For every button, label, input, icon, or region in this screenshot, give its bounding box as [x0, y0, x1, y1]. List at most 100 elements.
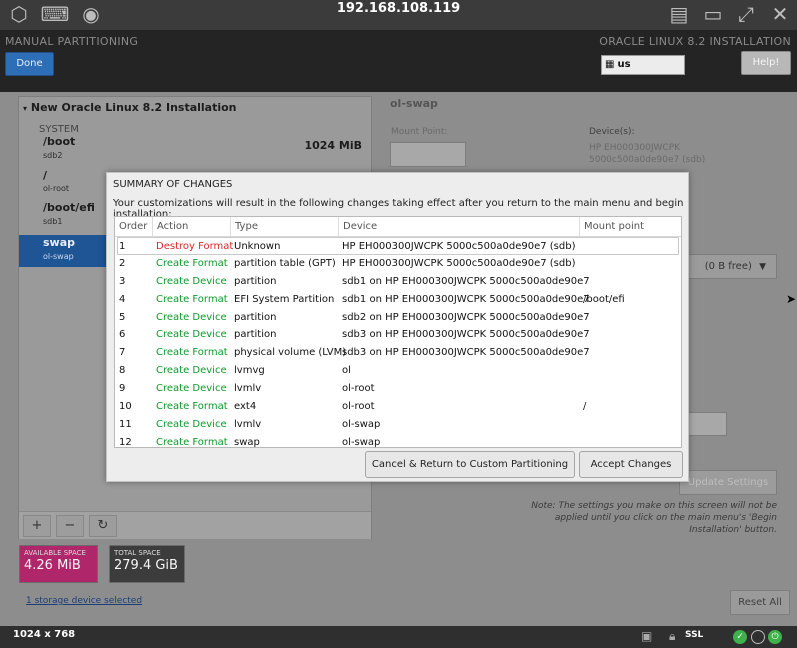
power-icon[interactable]: ⏻	[768, 630, 782, 644]
column-action[interactable]: Action	[153, 217, 231, 237]
cell-device: sdb3 on HP EH000300JWCPK 5000c500a0de90e…	[342, 347, 590, 359]
cell-device: ol	[342, 365, 351, 377]
table-row[interactable]: 12 Create Format swap ol-swap	[115, 434, 681, 448]
cell-device: HP EH000300JWCPK 5000c500a0de90e7 (sdb)	[342, 241, 576, 252]
mount-point-input[interactable]	[390, 142, 466, 167]
cell-device: sdb3 on HP EH000300JWCPK 5000c500a0de90e…	[342, 329, 590, 341]
cell-action: Create Device	[156, 418, 227, 430]
cell-device: ol-swap	[342, 418, 381, 430]
window-icon[interactable]: ▭	[700, 2, 726, 26]
table-row[interactable]: 6 Create Device partition sdb3 on HP EH0003…	[115, 326, 681, 344]
table-row[interactable]: 4 Create Format EFI System Partition sdb1 o…	[115, 291, 681, 309]
done-button[interactable]: Done	[5, 52, 54, 76]
table-row[interactable]: 10 Create Format ext4 ol-root /	[115, 398, 681, 416]
cell-order: 3	[119, 275, 126, 287]
fullscreen-icon[interactable]: ⤢	[733, 2, 759, 26]
mount-point-label: Mount Point:	[391, 127, 448, 137]
cell-type: Unknown	[234, 241, 281, 252]
cell-type: partition	[234, 311, 277, 323]
mount-swap[interactable]: swap	[43, 236, 75, 249]
help-button[interactable]: Help!	[741, 51, 791, 75]
accept-changes-button[interactable]: Accept Changes	[579, 451, 683, 478]
table-row[interactable]: 5 Create Device partition sdb2 on HP EH0003…	[115, 309, 681, 327]
keyboard-icon: ▦	[605, 59, 615, 70]
devices-label: Device(s):	[589, 127, 635, 137]
table-row[interactable]: 8 Create Device lvmvg ol	[115, 362, 681, 380]
table-body: 1 Destroy Format Unknown HP EH000300JWCPK 5…	[115, 237, 681, 448]
cell-type: partition table (GPT)	[234, 257, 336, 269]
cell-order: 8	[119, 365, 126, 377]
column-order[interactable]: Order	[115, 217, 153, 237]
mount-boot[interactable]: /boot	[43, 135, 75, 148]
cell-action: Create Device	[156, 311, 227, 323]
total-space-box: TOTAL SPACE 279.4 GiB	[109, 545, 185, 583]
cell-order: 2	[119, 257, 126, 269]
cell-device: ol-root	[342, 383, 375, 395]
cell-order: 1	[119, 241, 126, 252]
mount-boot-efi[interactable]: /boot/efi	[43, 201, 95, 214]
table-row[interactable]: 3 Create Device partition sdb1 on HP EH0003…	[115, 273, 681, 291]
settings-note: Note: The settings you make on this scre…	[531, 501, 777, 535]
keyboard-layout-indicator[interactable]: ▦ us	[601, 55, 685, 75]
cell-device: HP EH000300JWCPK 5000c500a0de90e7 (sdb)	[342, 257, 576, 269]
cell-type: lvmvg	[234, 365, 265, 377]
cell-device: ol-root	[342, 401, 375, 413]
cell-order: 12	[119, 436, 132, 448]
column-device[interactable]: Device	[339, 217, 580, 237]
selected-device-title: ol-swap	[390, 97, 438, 110]
cell-order: 11	[119, 418, 132, 430]
layout-icon[interactable]: ▤	[666, 2, 692, 26]
cell-type: lvmlv	[234, 418, 262, 430]
cell-action: Create Device	[156, 275, 227, 287]
table-row[interactable]: 9 Create Device lvmlv ol-root	[115, 380, 681, 398]
storage-device-link[interactable]: 1 storage device selected	[26, 596, 142, 606]
column-mount-point[interactable]: Mount point	[580, 217, 681, 237]
cell-action: Destroy Format	[156, 241, 234, 252]
cell-action: Create Format	[156, 436, 228, 448]
cell-type: partition	[234, 275, 277, 287]
system-section-label: SYSTEM	[39, 124, 79, 135]
cell-order: 5	[119, 311, 126, 323]
cell-type: partition	[234, 329, 277, 341]
cell-type: lvmlv	[234, 383, 262, 395]
table-row[interactable]: 11 Create Device lvmlv ol-swap	[115, 416, 681, 434]
summary-of-changes-dialog: SUMMARY OF CHANGES Your customizations w…	[106, 172, 689, 482]
mount-boot-size: 1024 MiB	[304, 139, 362, 152]
column-type[interactable]: Type	[231, 217, 339, 237]
free-space-label: (0 B free)	[704, 261, 752, 272]
table-header: Order Action Type Device Mount point	[115, 217, 681, 237]
cancel-return-button[interactable]: Cancel & Return to Custom Partitioning	[365, 451, 575, 478]
devices-value-line-1: HP EH000300JWCPK	[589, 143, 681, 153]
cell-action: Create Format	[156, 293, 228, 305]
refresh-button[interactable]: ↻	[89, 515, 117, 537]
installation-title[interactable]: ▾ New Oracle Linux 8.2 Installation	[23, 101, 237, 114]
available-space-box: AVAILABLE SPACE 4.26 MiB	[19, 545, 98, 583]
mount-root[interactable]: /	[43, 169, 47, 182]
reset-all-button[interactable]: Reset All	[730, 590, 790, 615]
cell-action: Create Format	[156, 347, 228, 359]
available-space-label: AVAILABLE SPACE	[24, 549, 86, 557]
cell-order: 6	[119, 329, 126, 341]
check-status-icon: ✓	[733, 630, 747, 644]
cell-order: 9	[119, 383, 126, 395]
camera-icon[interactable]: ▣	[641, 629, 652, 643]
cell-mount-point: /	[583, 401, 587, 413]
cell-type: swap	[234, 436, 260, 448]
close-icon[interactable]: ✕	[767, 2, 793, 26]
dialog-title: SUMMARY OF CHANGES	[113, 179, 233, 190]
cell-device: ol-swap	[342, 436, 381, 448]
chevron-down-icon: ▼	[759, 262, 766, 272]
update-settings-button[interactable]: Update Settings	[679, 470, 777, 495]
cell-order: 4	[119, 293, 126, 305]
add-mount-button[interactable]: +	[23, 515, 51, 537]
cell-action: Create Device	[156, 365, 227, 377]
table-row[interactable]: 2 Create Format partition table (GPT) HP EH…	[115, 255, 681, 273]
remove-mount-button[interactable]: −	[56, 515, 84, 537]
mouse-cursor-icon: ➤	[786, 292, 797, 306]
table-row[interactable]: 7 Create Format physical volume (LVM) sdb3 …	[115, 344, 681, 362]
cell-type: ext4	[234, 401, 257, 413]
remote-viewer-window: ⬡ ⌨ ◉ 192.168.108.119 ▤ ▭ ⤢ ✕ MANUAL PAR…	[0, 0, 797, 648]
available-space-value: 4.26 MiB	[24, 558, 81, 573]
cell-order: 7	[119, 347, 126, 359]
table-row[interactable]: 1 Destroy Format Unknown HP EH000300JWCPK 5…	[117, 237, 679, 255]
